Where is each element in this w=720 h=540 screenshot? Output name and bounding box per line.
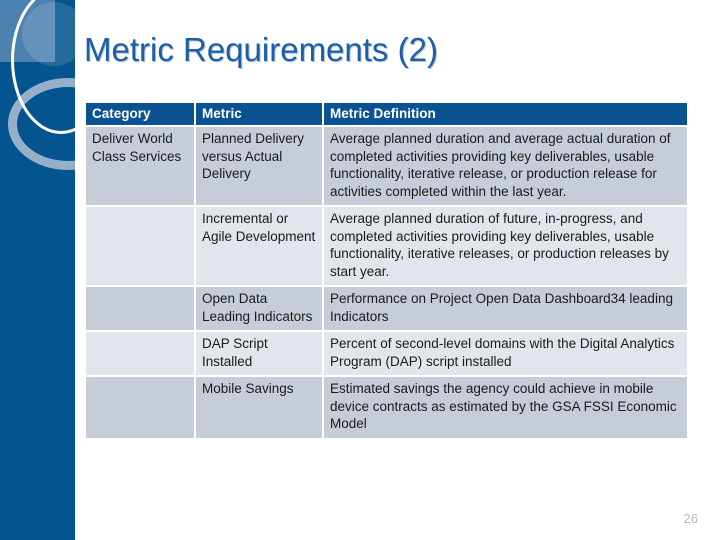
cell-metric: Planned Delivery versus Actual Delivery	[196, 127, 322, 205]
table-row: DAP Script Installed Percent of second-l…	[86, 332, 687, 375]
cell-definition: Performance on Project Open Data Dashboa…	[324, 287, 687, 330]
column-header-metric: Metric	[196, 103, 322, 125]
table-row: Mobile Savings Estimated savings the age…	[86, 377, 687, 438]
cell-category	[86, 207, 194, 285]
slide-number: 26	[683, 511, 698, 526]
table-row: Deliver World Class Services Planned Del…	[86, 127, 687, 205]
decorative-sidebar	[0, 0, 75, 540]
cell-definition: Average planned duration of future, in-p…	[324, 207, 687, 285]
table-row: Open Data Leading Indicators Performance…	[86, 287, 687, 330]
cell-category	[86, 377, 194, 438]
cell-category	[86, 287, 194, 330]
column-header-metric-definition: Metric Definition	[324, 103, 687, 125]
page-title: Metric Requirements (2)	[84, 31, 438, 68]
cell-metric: Mobile Savings	[196, 377, 322, 438]
cell-metric: Incremental or Agile Development	[196, 207, 322, 285]
cell-category	[86, 332, 194, 375]
column-header-category: Category	[86, 103, 194, 125]
table-header-row: Category Metric Metric Definition	[86, 103, 687, 125]
metrics-table: Category Metric Metric Definition Delive…	[84, 101, 689, 440]
cell-definition: Average planned duration and average act…	[324, 127, 687, 205]
cell-metric: DAP Script Installed	[196, 332, 322, 375]
cell-definition: Estimated savings the agency could achie…	[324, 377, 687, 438]
cell-category: Deliver World Class Services	[86, 127, 194, 205]
table-row: Incremental or Agile Development Average…	[86, 207, 687, 285]
cell-definition: Percent of second-level domains with the…	[324, 332, 687, 375]
metrics-table-container: Category Metric Metric Definition Delive…	[86, 103, 687, 438]
sidebar-divider	[75, 0, 78, 540]
cell-metric: Open Data Leading Indicators	[196, 287, 322, 330]
